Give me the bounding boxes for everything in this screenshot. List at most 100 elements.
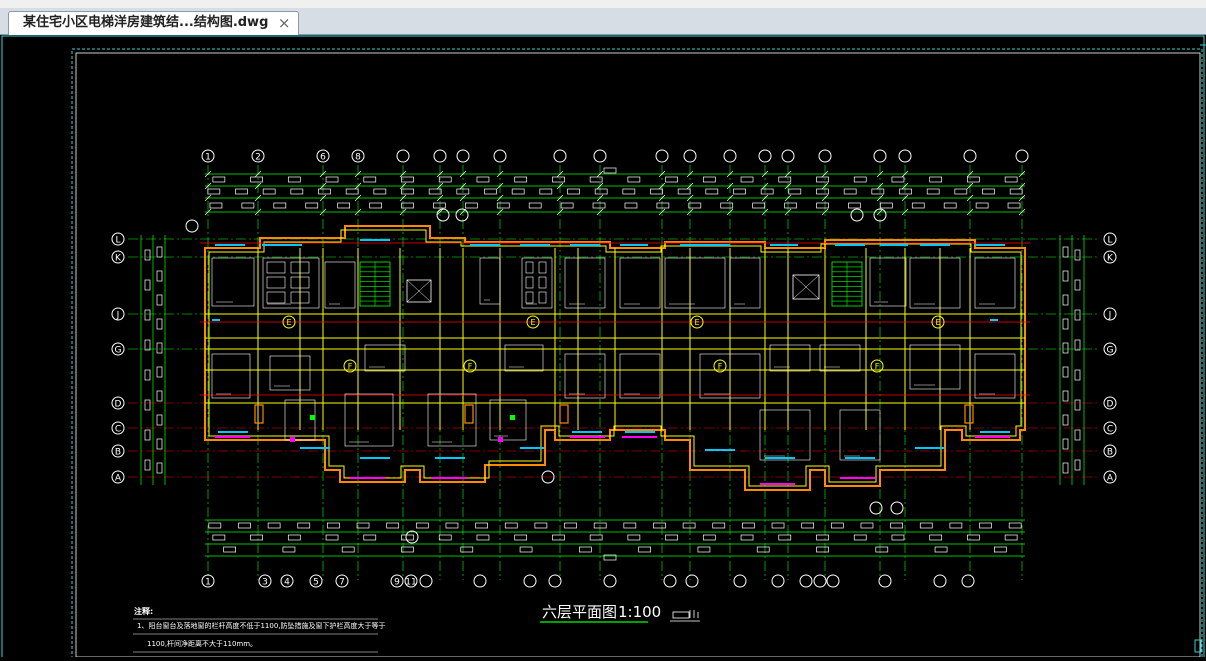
dimension-text <box>1074 249 1081 261</box>
drawing-title: 六层平面图 <box>542 603 617 621</box>
room-fixture <box>869 257 907 307</box>
dimension-text <box>1062 366 1069 378</box>
axis-bubble-extra <box>405 530 419 544</box>
axis-bubble-extra <box>436 208 450 222</box>
room-fixture <box>564 257 606 309</box>
room-fixture <box>664 257 726 309</box>
axis-bubble-bottom-label: 1 <box>205 578 211 588</box>
axis-bubble-bottom-circle <box>826 574 840 588</box>
dimension-text <box>1062 438 1069 450</box>
dimension-text <box>475 522 488 529</box>
document-tab[interactable]: 某住宅小区电梯洋房建筑结...结构图.dwg × <box>8 11 300 35</box>
drawing-canvas[interactable]: E E E E F F F F 1 2 6 8 1 3 4 5 7 9 11 L L K K J J G G D D C C B B A A 六层平… <box>0 35 1206 661</box>
axis-bubble-right-label: A <box>1107 474 1114 484</box>
dimension-text <box>742 522 755 529</box>
axis-bubble-bottom-circle <box>548 574 562 588</box>
axis-bubble-left-label: B <box>115 448 121 458</box>
dimension-text <box>926 188 940 195</box>
room-fixture <box>489 399 527 441</box>
axis-bubble-bottom-circle <box>813 574 827 588</box>
axis-bubble-extra <box>185 219 199 233</box>
room-fixture <box>344 393 394 447</box>
dimension-text <box>156 462 163 474</box>
dining-set <box>266 261 286 274</box>
axis-bubble-bottom-circle <box>603 574 617 588</box>
dimension-text <box>514 176 528 183</box>
dimension-text <box>1074 279 1081 291</box>
axis-bubble-left-label: D <box>115 400 122 410</box>
dimension-text <box>665 534 678 541</box>
close-icon[interactable]: × <box>278 12 291 34</box>
dimension-text <box>712 522 726 529</box>
dimension-text <box>778 534 792 541</box>
dimension-text <box>650 188 663 195</box>
axis-bubble-right-label: B <box>1107 448 1113 458</box>
axis-bubble-top-label: 8 <box>355 153 361 163</box>
dimension-text <box>144 279 151 291</box>
dimension-text <box>784 202 797 209</box>
dimension-text <box>325 176 339 183</box>
dimension-text <box>156 342 163 354</box>
room-mark-label: E <box>694 318 699 327</box>
axis-bubble-top-circle <box>963 149 977 163</box>
dimension-text <box>415 522 429 529</box>
axis-bubble-bottom-circle <box>733 574 747 588</box>
dimension-text <box>156 270 163 282</box>
axis-bubble-bottom-circle <box>663 574 677 588</box>
dimension-text <box>207 188 221 195</box>
axis-bubble-bottom-circle <box>933 574 947 588</box>
menu-strip <box>0 0 1206 8</box>
column-hatch <box>464 404 474 424</box>
dimension-text <box>702 534 716 541</box>
axis-bubble-bottom-circle <box>685 574 699 588</box>
axis-bubble-top-circle <box>898 149 912 163</box>
dimension-text <box>934 546 948 553</box>
dimension-text <box>853 534 867 541</box>
dimension-text <box>589 176 603 183</box>
north-symbol <box>670 610 700 622</box>
axis-bubble-top-circle <box>553 149 567 163</box>
dimension-text <box>638 546 651 553</box>
column-hatch <box>559 404 569 424</box>
dimension-text <box>297 522 311 529</box>
room-fixture <box>619 353 661 399</box>
dimension-text <box>476 176 490 183</box>
dimension-text <box>241 202 255 209</box>
dimension-text <box>682 522 696 529</box>
dimension-text <box>156 438 163 450</box>
axis-bubble-top-circle <box>873 149 887 163</box>
axis-bubble-bottom-circle <box>878 574 892 588</box>
room-mark-label: F <box>718 362 723 371</box>
dimension-text <box>594 188 608 195</box>
dimension-text <box>144 459 151 471</box>
axis-bubble-right-label: C <box>1107 425 1113 435</box>
dimension-text <box>528 202 542 209</box>
dimension-text <box>871 188 885 195</box>
dimension-text <box>1062 390 1069 402</box>
axis-bubble-bottom-label: 9 <box>394 578 400 588</box>
axis-bubble-top-circle <box>781 149 795 163</box>
dimension-text <box>801 522 815 529</box>
axis-bubble-bottom-label: 5 <box>313 578 319 588</box>
dimension-text <box>156 318 163 330</box>
equipment-mark <box>290 437 295 442</box>
note-1b: 1100,杆间净距离不大于110mm。 <box>147 639 257 648</box>
axis-bubble-top-circle <box>456 149 470 163</box>
dimension-text <box>1009 188 1023 195</box>
dimension-text <box>879 202 893 209</box>
note-1a: 1、阳台窗台及落地窗的栏杆高度不低于1100,防坠措施及窗下护栏高度大于等于 <box>137 621 386 630</box>
dimension-text <box>891 176 905 183</box>
axis-grid <box>128 165 1100 580</box>
dimension-text <box>816 546 829 553</box>
dimension-text <box>975 202 989 209</box>
dimension-text <box>464 202 478 209</box>
room-fixture <box>427 393 477 447</box>
dimension-text <box>816 534 829 541</box>
sheet-inner-frame <box>71 48 1203 660</box>
equipment-mark <box>310 415 315 420</box>
dimension-text <box>305 202 319 209</box>
axis-bubble-bottom-label: 4 <box>284 578 290 588</box>
column-hatch <box>964 404 974 424</box>
dimension-text <box>287 534 301 541</box>
dimension-text <box>697 546 711 553</box>
